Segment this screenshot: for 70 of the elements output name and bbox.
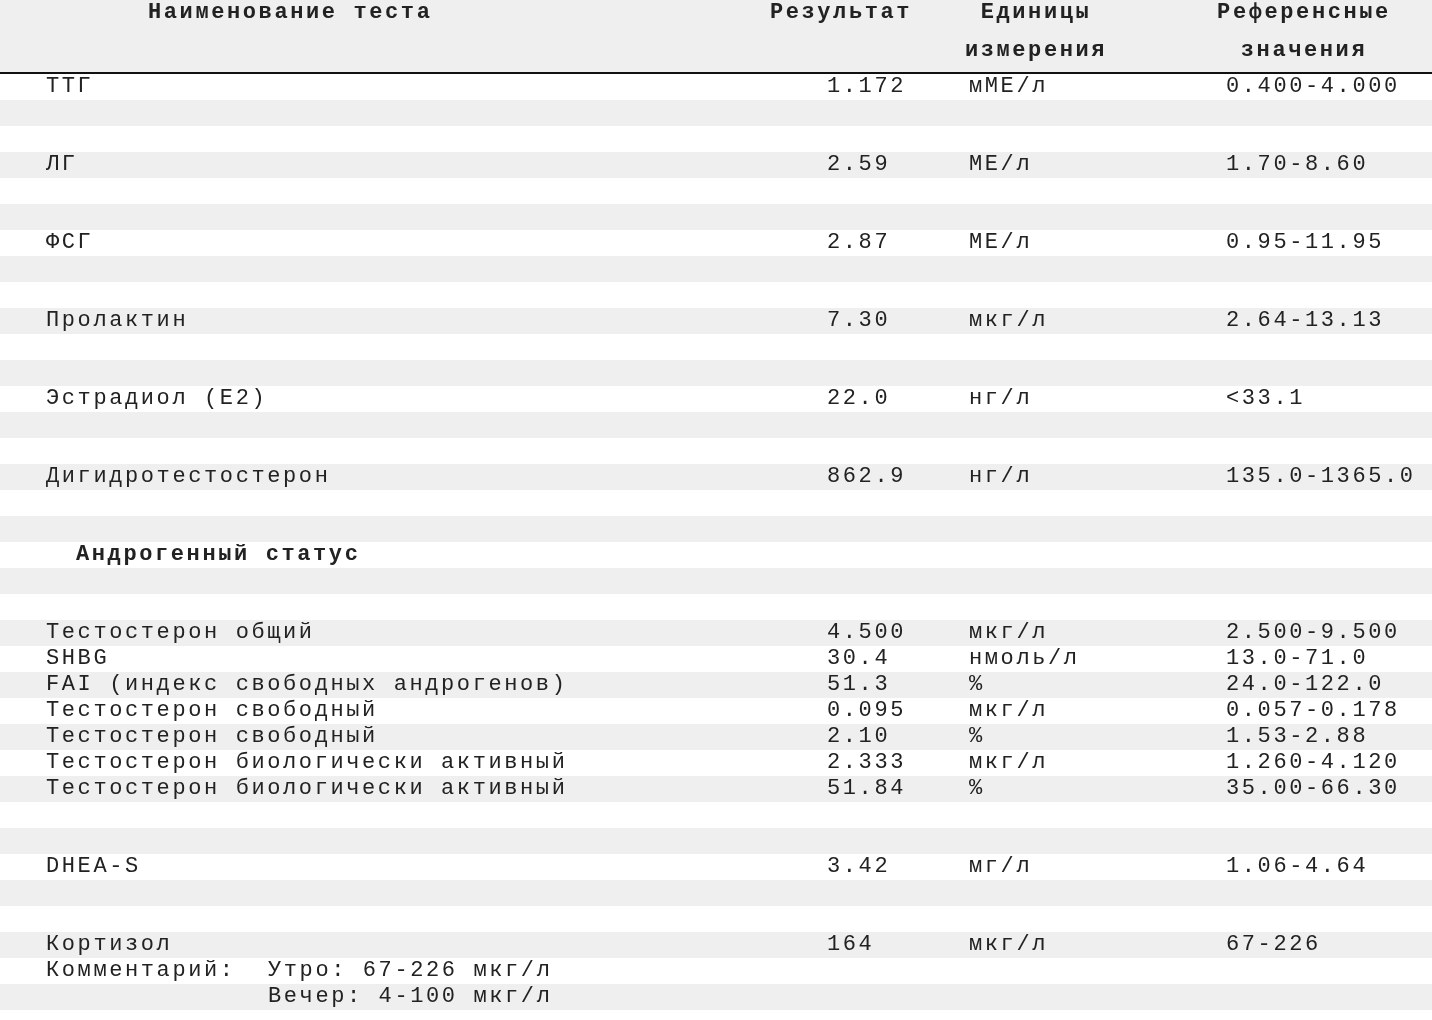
test-name: ЛГ bbox=[46, 152, 78, 177]
column-header: Наименование теста bbox=[148, 0, 433, 27]
test-name: DHEA-S bbox=[46, 854, 141, 879]
result-value: 1.172 bbox=[827, 74, 906, 99]
unit-label: мкг/л bbox=[969, 308, 1048, 333]
reference-range: 0.057-0.178 bbox=[1226, 698, 1400, 723]
result-value: 22.0 bbox=[827, 386, 891, 411]
section-title: Андрогенный статус bbox=[76, 542, 361, 567]
result-value: 2.333 bbox=[827, 750, 906, 775]
unit-label: мкг/л bbox=[969, 932, 1048, 957]
unit-label: мг/л bbox=[969, 854, 1033, 879]
unit-label: нг/л bbox=[969, 464, 1033, 489]
column-header: Единицы bbox=[980, 0, 1092, 27]
unit-label: нмоль/л bbox=[969, 646, 1080, 671]
test-name: ТТГ bbox=[46, 74, 94, 99]
result-value: 51.3 bbox=[827, 672, 891, 697]
unit-label: нг/л bbox=[969, 386, 1033, 411]
reference-range: 67-226 bbox=[1226, 932, 1321, 957]
result-value: 30.4 bbox=[827, 646, 891, 671]
column-header: измерения bbox=[964, 37, 1108, 65]
test-name: SHBG bbox=[46, 646, 110, 671]
test-name: Пролактин bbox=[46, 308, 189, 333]
unit-label: % bbox=[969, 776, 985, 801]
reference-range: 0.95-11.95 bbox=[1226, 230, 1385, 255]
unit-label: мМЕ/л bbox=[969, 74, 1048, 99]
unit-label: МЕ/л bbox=[969, 152, 1033, 177]
reference-range: 13.0-71.0 bbox=[1226, 646, 1369, 671]
result-value: 51.84 bbox=[827, 776, 906, 801]
test-name: Тестостерон общий bbox=[46, 620, 315, 645]
result-value: 2.87 bbox=[827, 230, 891, 255]
result-value: 862.9 bbox=[827, 464, 906, 489]
test-name: FAI (индекс свободных андрогенов) bbox=[46, 672, 568, 697]
unit-label: мкг/л bbox=[969, 698, 1048, 723]
result-value: 0.095 bbox=[827, 698, 906, 723]
test-name: Тестостерон свободный bbox=[46, 724, 378, 749]
result-value: 7.30 bbox=[827, 308, 891, 333]
result-value: 4.500 bbox=[827, 620, 906, 645]
reference-range: 1.70-8.60 bbox=[1226, 152, 1369, 177]
reference-range: 2.500-9.500 bbox=[1226, 620, 1400, 645]
reference-range: 1.06-4.64 bbox=[1226, 854, 1369, 879]
unit-label: МЕ/л bbox=[969, 230, 1033, 255]
reference-range: 135.0-1365.0 bbox=[1226, 464, 1416, 489]
test-name: Эстрадиол (E2) bbox=[46, 386, 268, 411]
comment-text: Вечер: 4-100 мкг/л bbox=[268, 984, 553, 1010]
unit-label: мкг/л bbox=[969, 750, 1048, 775]
unit-label: % bbox=[969, 672, 985, 697]
result-value: 2.59 bbox=[827, 152, 891, 177]
test-name: Тестостерон свободный bbox=[46, 698, 378, 723]
test-name: Дигидротестостерон bbox=[46, 464, 331, 489]
test-name: Тестостерон биологически активный bbox=[46, 776, 568, 801]
column-header: значения bbox=[1240, 37, 1368, 65]
reference-range: 0.400-4.000 bbox=[1226, 74, 1400, 99]
reference-range: 24.0-122.0 bbox=[1226, 672, 1385, 697]
reference-range: <33.1 bbox=[1226, 386, 1305, 411]
unit-label: мкг/л bbox=[969, 620, 1048, 645]
column-header: Референсные bbox=[1217, 0, 1391, 27]
test-name: ФСГ bbox=[46, 230, 94, 255]
result-value: 2.10 bbox=[827, 724, 891, 749]
reference-range: 1.53-2.88 bbox=[1226, 724, 1369, 749]
reference-range: 2.64-13.13 bbox=[1226, 308, 1385, 333]
reference-range: 35.00-66.30 bbox=[1226, 776, 1400, 801]
reference-range: 1.260-4.120 bbox=[1226, 750, 1400, 775]
comment-text: Утро: 67-226 мкг/л bbox=[268, 958, 553, 984]
result-value: 3.42 bbox=[827, 854, 891, 879]
unit-label: % bbox=[969, 724, 985, 749]
test-name: Тестостерон биологически активный bbox=[46, 750, 568, 775]
comment-label: Комментарий: bbox=[46, 958, 236, 983]
result-value: 164 bbox=[827, 932, 875, 957]
test-name: Кортизол bbox=[46, 932, 173, 957]
column-header: Результат bbox=[769, 0, 913, 27]
